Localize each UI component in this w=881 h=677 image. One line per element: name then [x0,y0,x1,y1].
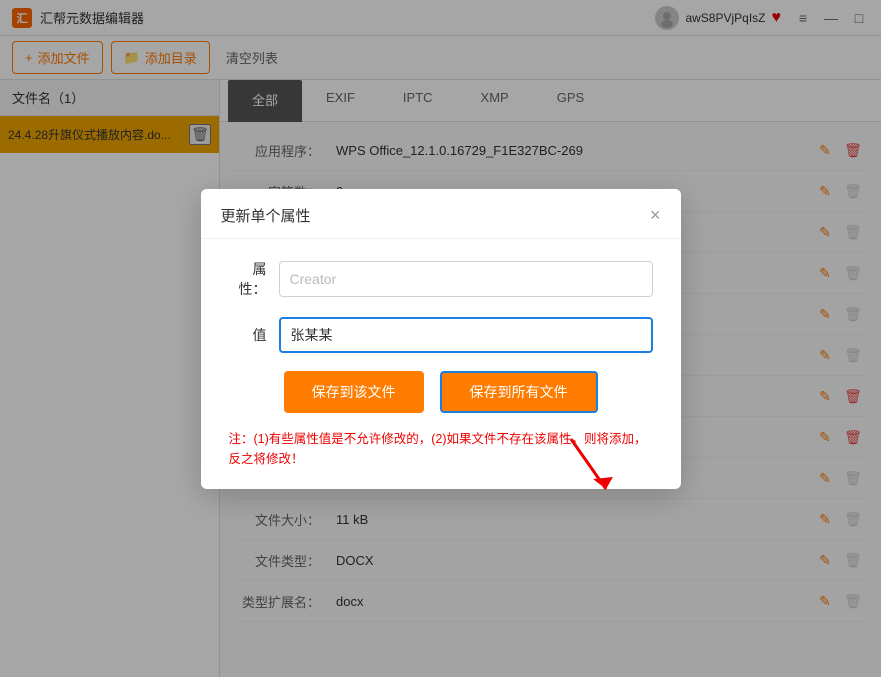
modal-body: 属性： 值 保存到该文件 保存到所有文件 注：(1)有些属性值是不允许修改的，(… [201,239,681,489]
modal-note: 注：(1)有些属性值是不允许修改的，(2)如果文件不存在该属性，则将添加，反之将… [229,429,653,469]
value-label: 值 [229,325,279,345]
save-to-file-button[interactable]: 保存到该文件 [284,371,424,413]
modal-close-button[interactable]: × [650,206,661,224]
property-label: 属性： [229,259,279,299]
save-to-all-button[interactable]: 保存到所有文件 [440,371,598,413]
value-input[interactable] [279,317,653,353]
modal-header: 更新单个属性 × [201,189,681,239]
modal-field-value: 值 [229,317,653,353]
modal-buttons: 保存到该文件 保存到所有文件 [229,371,653,413]
modal-overlay: 更新单个属性 × 属性： 值 保存到该文件 保存到所有文件 注：(1)有些属性值… [0,0,881,677]
modal-update-property: 更新单个属性 × 属性： 值 保存到该文件 保存到所有文件 注：(1)有些属性值… [201,189,681,489]
modal-field-property: 属性： [229,259,653,299]
modal-title: 更新单个属性 [221,205,311,226]
property-input[interactable] [279,261,653,297]
